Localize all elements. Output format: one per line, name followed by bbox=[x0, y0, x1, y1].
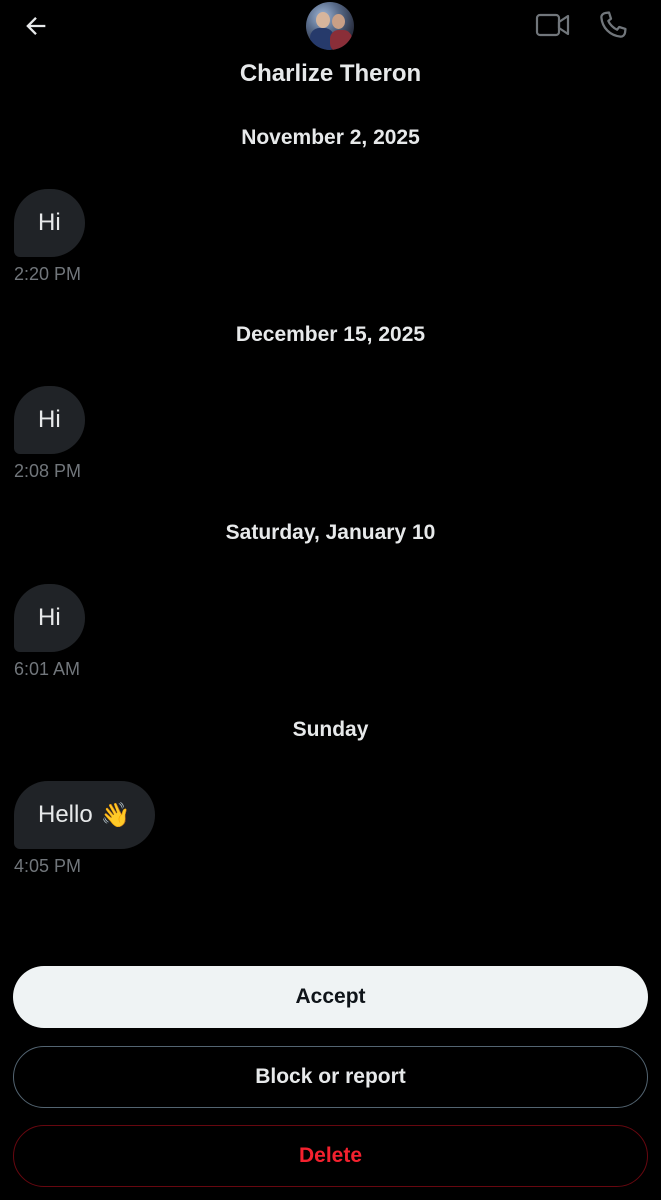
avatar[interactable] bbox=[306, 2, 354, 50]
message-timestamp: 6:01 AM bbox=[14, 659, 81, 679]
phone-icon bbox=[600, 11, 627, 38]
message-bubble[interactable]: Hi bbox=[14, 386, 85, 454]
message-timestamp: 2:20 PM bbox=[14, 264, 82, 284]
message-timestamp: 4:05 PM bbox=[14, 856, 82, 876]
contact-name[interactable]: Charlize Theron bbox=[0, 60, 661, 88]
message-bubble[interactable]: Hello 👋 bbox=[14, 781, 155, 849]
message-text: Hi bbox=[38, 209, 61, 236]
message-text: Hi bbox=[38, 406, 61, 433]
message-text: Hi bbox=[38, 604, 61, 631]
waving-hand-emoji: 👋 bbox=[100, 801, 131, 829]
date-separator: Saturday, January 10 bbox=[225, 521, 436, 544]
dm-request-screen: Charlize Theron November 2, 2025 Hi 2:20… bbox=[0, 0, 661, 1200]
message-bubble[interactable]: Hi bbox=[14, 584, 85, 652]
date-separator: November 2, 2025 bbox=[241, 126, 420, 149]
voice-call-button[interactable] bbox=[596, 8, 630, 42]
message-text: Hello bbox=[38, 801, 93, 828]
message-bubble[interactable]: Hi bbox=[14, 189, 85, 257]
video-call-button[interactable] bbox=[535, 10, 571, 40]
delete-button[interactable]: Delete bbox=[13, 1125, 648, 1187]
block-or-report-button[interactable]: Block or report bbox=[13, 1046, 648, 1108]
date-separator: Sunday bbox=[292, 718, 369, 741]
back-button[interactable] bbox=[18, 8, 54, 44]
date-separator: December 15, 2025 bbox=[235, 323, 426, 346]
video-camera-icon bbox=[535, 13, 570, 37]
arrow-left-icon bbox=[26, 17, 46, 35]
accept-button[interactable]: Accept bbox=[13, 966, 648, 1028]
message-timestamp: 2:08 PM bbox=[14, 461, 82, 481]
